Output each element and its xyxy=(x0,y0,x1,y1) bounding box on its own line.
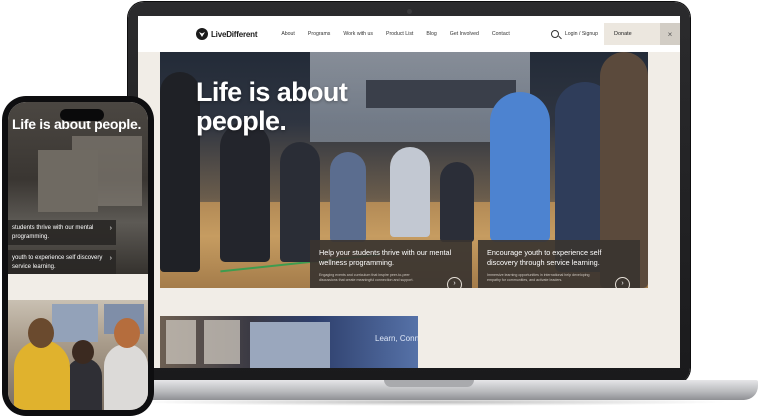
student-head xyxy=(72,340,94,364)
search-icon[interactable] xyxy=(550,30,559,38)
student-figure xyxy=(104,344,148,410)
classroom-screen xyxy=(52,304,98,342)
nav-item-contact[interactable]: Contact xyxy=(492,31,510,37)
projector-screen xyxy=(250,322,330,368)
wall-panel xyxy=(204,320,240,364)
classroom-photo: Learn, Conn xyxy=(160,316,418,368)
wall-panel xyxy=(166,320,196,364)
nav-item-product-list[interactable]: Product List xyxy=(386,31,413,37)
logo-text: LiveDifferent xyxy=(211,29,258,39)
phone-classroom-photo xyxy=(8,300,148,410)
person-figure xyxy=(330,152,366,242)
phone-card-service-learning[interactable]: youth to experience self discovery servi… xyxy=(8,250,116,275)
person-figure xyxy=(390,147,430,237)
nav-item-get-involved[interactable]: Get Involved xyxy=(450,31,479,37)
phone-card-text: students thrive with our mental programm… xyxy=(12,225,94,240)
student-head xyxy=(28,318,54,348)
dynamic-island xyxy=(60,109,104,121)
promo-card-service-learning[interactable]: Encourage youth to experience self disco… xyxy=(478,240,640,288)
phone-card-text: youth to experience self discovery servi… xyxy=(12,255,103,270)
promo-card-mental-wellness[interactable]: Help your students thrive with our menta… xyxy=(310,240,472,288)
site-logo[interactable]: LiveDifferent xyxy=(196,28,258,40)
strip-overlay-text: Learn, Conn xyxy=(375,334,418,343)
nav-item-work-with-us[interactable]: Work with us xyxy=(343,31,373,37)
person-figure xyxy=(160,72,200,272)
arrow-right-icon[interactable]: › xyxy=(615,277,630,288)
arrow-right-icon[interactable]: › xyxy=(447,277,462,288)
chevron-right-icon[interactable]: › xyxy=(110,255,112,262)
phone-spacer xyxy=(8,274,148,300)
person-figure xyxy=(490,92,550,242)
phone-screen: Life is about people. students thrive wi… xyxy=(8,102,148,410)
camera xyxy=(407,9,412,14)
phone-card-mental-wellness[interactable]: students thrive with our mental programm… xyxy=(8,220,116,245)
student-head xyxy=(114,318,140,348)
nav-item-blog[interactable]: Blog xyxy=(426,31,436,37)
nav-item-programs[interactable]: Programs xyxy=(308,31,331,37)
phone-device: Life is about people. students thrive wi… xyxy=(2,96,154,416)
card-heading: Help your students thrive with our menta… xyxy=(319,248,452,267)
gym-banner xyxy=(366,80,516,108)
laptop-base xyxy=(100,380,758,400)
laptop-screen: LiveDifferent About Programs Work with u… xyxy=(138,16,680,368)
nav-menu: About Programs Work with us Product List… xyxy=(281,31,522,37)
card-body: Engaging events and curriculum that insp… xyxy=(319,273,414,282)
student-figure xyxy=(66,358,102,410)
chevron-right-icon[interactable]: › xyxy=(110,225,112,232)
card-heading: Encourage youth to experience self disco… xyxy=(487,248,602,267)
background-shape xyxy=(38,150,98,212)
login-label: Login / Signup xyxy=(564,31,598,37)
person-figure xyxy=(220,122,270,262)
nav-item-about[interactable]: About xyxy=(281,31,295,37)
site-navbar: LiveDifferent About Programs Work with u… xyxy=(138,16,680,52)
laptop-notch xyxy=(384,380,474,387)
student-figure xyxy=(14,340,70,410)
heart-logo-icon xyxy=(196,28,208,40)
phone-hero: Life is about people. students thrive wi… xyxy=(8,102,148,275)
person-figure xyxy=(440,162,474,242)
laptop-device: LiveDifferent About Programs Work with u… xyxy=(128,2,690,384)
hero-title: Life is about people. xyxy=(196,77,348,136)
card-body: Immersive learning opportunities in inte… xyxy=(487,273,590,282)
donate-button[interactable]: Donate xyxy=(604,23,660,45)
hero-section: Life is about people. Help your students… xyxy=(160,52,648,288)
login-link[interactable]: Login / Signup xyxy=(550,30,598,38)
close-icon[interactable]: × xyxy=(660,23,680,45)
